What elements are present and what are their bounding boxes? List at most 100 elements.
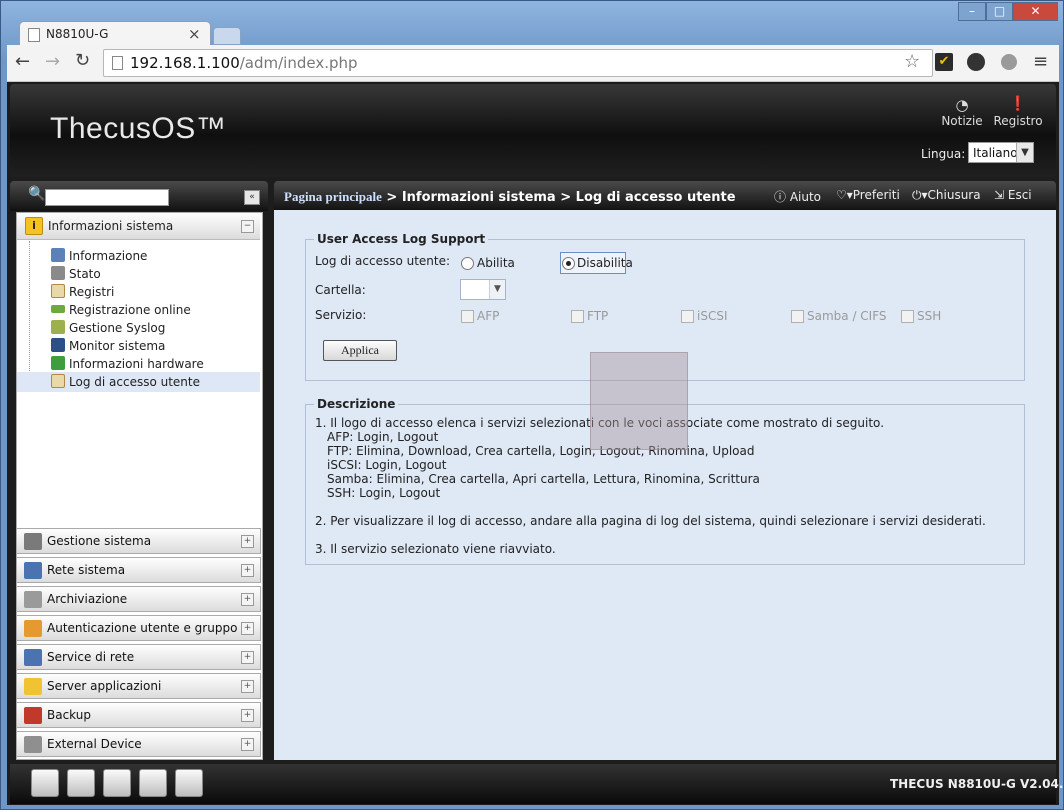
afp-label: AFP	[477, 309, 500, 323]
network-topology-icon[interactable]	[175, 769, 203, 797]
reload-icon[interactable]: ↻	[75, 50, 90, 71]
sidebar-group-label: Backup	[47, 708, 91, 722]
browser-tab[interactable]: N8810U-G ×	[19, 21, 211, 48]
sidebar-search-bar: 🔍 «	[10, 181, 268, 211]
new-tab-button[interactable]	[213, 27, 241, 45]
sidebar-item-label: Stato	[69, 267, 101, 281]
back-icon[interactable]: ←	[15, 51, 30, 72]
extension-check-icon[interactable]: ✔	[935, 53, 953, 71]
exit-icon: ⇲	[994, 188, 1008, 202]
maximize-button[interactable]: □	[986, 2, 1013, 21]
apply-button[interactable]: Applica	[323, 340, 397, 361]
server-status-icon[interactable]	[31, 769, 59, 797]
expand-icon[interactable]: +	[241, 709, 254, 722]
sidebar-item-online-registration[interactable]: Registrazione online	[51, 301, 191, 319]
tab-close-icon[interactable]: ×	[188, 25, 201, 43]
bookmark-star-icon[interactable]: ☆	[904, 51, 920, 72]
sidebar-group-network-services[interactable]: Service di rete +	[16, 644, 261, 670]
samba-checkbox[interactable]	[791, 310, 804, 323]
forward-icon[interactable]: →	[45, 51, 60, 72]
watermark-logo	[590, 352, 688, 450]
sidebar-group-app-server[interactable]: Server applicazioni +	[16, 673, 261, 699]
sidebar-group-label: Rete sistema	[47, 563, 126, 577]
users-icon	[24, 620, 42, 637]
sidebar-group-backup[interactable]: Backup +	[16, 702, 261, 728]
sidebar-group-info-header[interactable]: i Informazioni sistema −	[17, 213, 260, 240]
sidebar-group-storage[interactable]: Archiviazione +	[16, 586, 261, 612]
thecus-logo: ThecusOS™	[50, 112, 227, 145]
shutdown-label: Chiusura	[927, 188, 981, 202]
sidebar-item-label: Gestione Syslog	[69, 321, 166, 335]
favorites-label: Preferiti	[852, 188, 900, 202]
folder-star-icon	[24, 678, 42, 695]
expand-icon[interactable]: +	[241, 535, 254, 548]
sidebar-group-system-network[interactable]: Rete sistema +	[16, 557, 261, 583]
language-label: Lingua:	[921, 147, 966, 161]
samba-label: Samba / CIFS	[807, 309, 887, 323]
menu-icon[interactable]: ≡	[1033, 51, 1048, 72]
favorites-button[interactable]: ♡▾Preferiti	[836, 188, 900, 202]
info-icon: i	[25, 217, 43, 235]
sidebar-item-user-access-log[interactable]: Log di accesso utente	[51, 373, 200, 391]
expand-icon[interactable]: +	[241, 651, 254, 664]
disk-icon[interactable]	[67, 769, 95, 797]
sidebar-group-system-management[interactable]: Gestione sistema +	[16, 528, 261, 554]
iscsi-label: iSCSI	[697, 309, 728, 323]
iscsi-checkbox[interactable]	[681, 310, 694, 323]
breadcrumb-bar: Pagina principale > Informazioni sistema…	[274, 181, 1056, 211]
browser-toolbar: ← → ↻ 192.168.1.100/adm/index.php ☆ ✔ ≡	[7, 45, 1059, 82]
log-button[interactable]: ❗ Registro	[990, 96, 1046, 128]
sidebar-group-external-device[interactable]: External Device +	[16, 731, 261, 757]
address-bar[interactable]: 192.168.1.100/adm/index.php ☆	[103, 49, 933, 77]
sidebar-item-hardware-info[interactable]: Informazioni hardware	[51, 355, 204, 373]
collapse-icon[interactable]: −	[241, 220, 254, 233]
shutdown-button[interactable]: ⏻▾Chiusura	[912, 188, 981, 203]
logout-button[interactable]: ⇲ Esci	[994, 188, 1032, 202]
enable-radio[interactable]	[461, 257, 474, 270]
fan-icon[interactable]	[103, 769, 131, 797]
minimize-button[interactable]: –	[958, 2, 986, 21]
thermometer-icon[interactable]	[139, 769, 167, 797]
monitor-icon	[51, 338, 65, 352]
folder-select[interactable]: ▼	[460, 279, 506, 300]
search-input[interactable]	[45, 189, 169, 206]
expand-icon[interactable]: +	[241, 622, 254, 635]
disable-label[interactable]: Disabilita	[577, 256, 633, 270]
ssh-checkbox[interactable]	[901, 310, 914, 323]
extension-shield-icon[interactable]	[1001, 54, 1017, 70]
backup-icon	[24, 707, 42, 724]
ftp-checkbox[interactable]	[571, 310, 584, 323]
log-document-icon	[51, 284, 65, 298]
sidebar-item-information[interactable]: Informazione	[51, 247, 147, 265]
logout-label: Esci	[1007, 188, 1032, 202]
ftp-label: FTP	[587, 309, 609, 323]
sidebar-item-syslog[interactable]: Gestione Syslog	[51, 319, 165, 337]
expand-icon[interactable]: +	[241, 680, 254, 693]
main-content: User Access Log Support Log di accesso u…	[274, 210, 1056, 760]
expand-icon[interactable]: +	[241, 738, 254, 751]
language-value: Italiano	[973, 146, 1018, 160]
sidebar-group-label: Service di rete	[47, 650, 135, 664]
description-line: Samba: Elimina, Crea cartella, Apri cart…	[327, 472, 760, 486]
close-window-button[interactable]: ✕	[1013, 2, 1058, 21]
collapse-sidebar-icon[interactable]: «	[244, 190, 260, 205]
search-icon: 🔍	[28, 186, 46, 202]
sidebar-item-label: Informazione	[69, 249, 148, 263]
expand-icon[interactable]: +	[241, 593, 254, 606]
sidebar-group-user-auth[interactable]: Autenticazione utente e gruppo +	[16, 615, 261, 641]
news-button[interactable]: ◔ Notizie	[940, 96, 984, 128]
disable-radio[interactable]	[562, 257, 575, 270]
extension-off-icon[interactable]	[967, 53, 985, 71]
help-button[interactable]: ⓘ Aiuto	[774, 188, 821, 205]
expand-icon[interactable]: +	[241, 564, 254, 577]
enable-label[interactable]: Abilita	[477, 256, 515, 270]
afp-checkbox[interactable]	[461, 310, 474, 323]
sidebar-item-status[interactable]: Stato	[51, 265, 101, 283]
breadcrumb-home[interactable]: Pagina principale	[284, 189, 382, 204]
sidebar-item-logs[interactable]: Registri	[51, 283, 114, 301]
language-select[interactable]: Italiano ▼	[968, 142, 1034, 163]
sidebar-item-system-monitor[interactable]: Monitor sistema	[51, 337, 165, 355]
monitor-info-icon	[51, 248, 65, 262]
ssh-label: SSH	[917, 309, 942, 323]
url-path: /adm/index.php	[239, 54, 358, 72]
